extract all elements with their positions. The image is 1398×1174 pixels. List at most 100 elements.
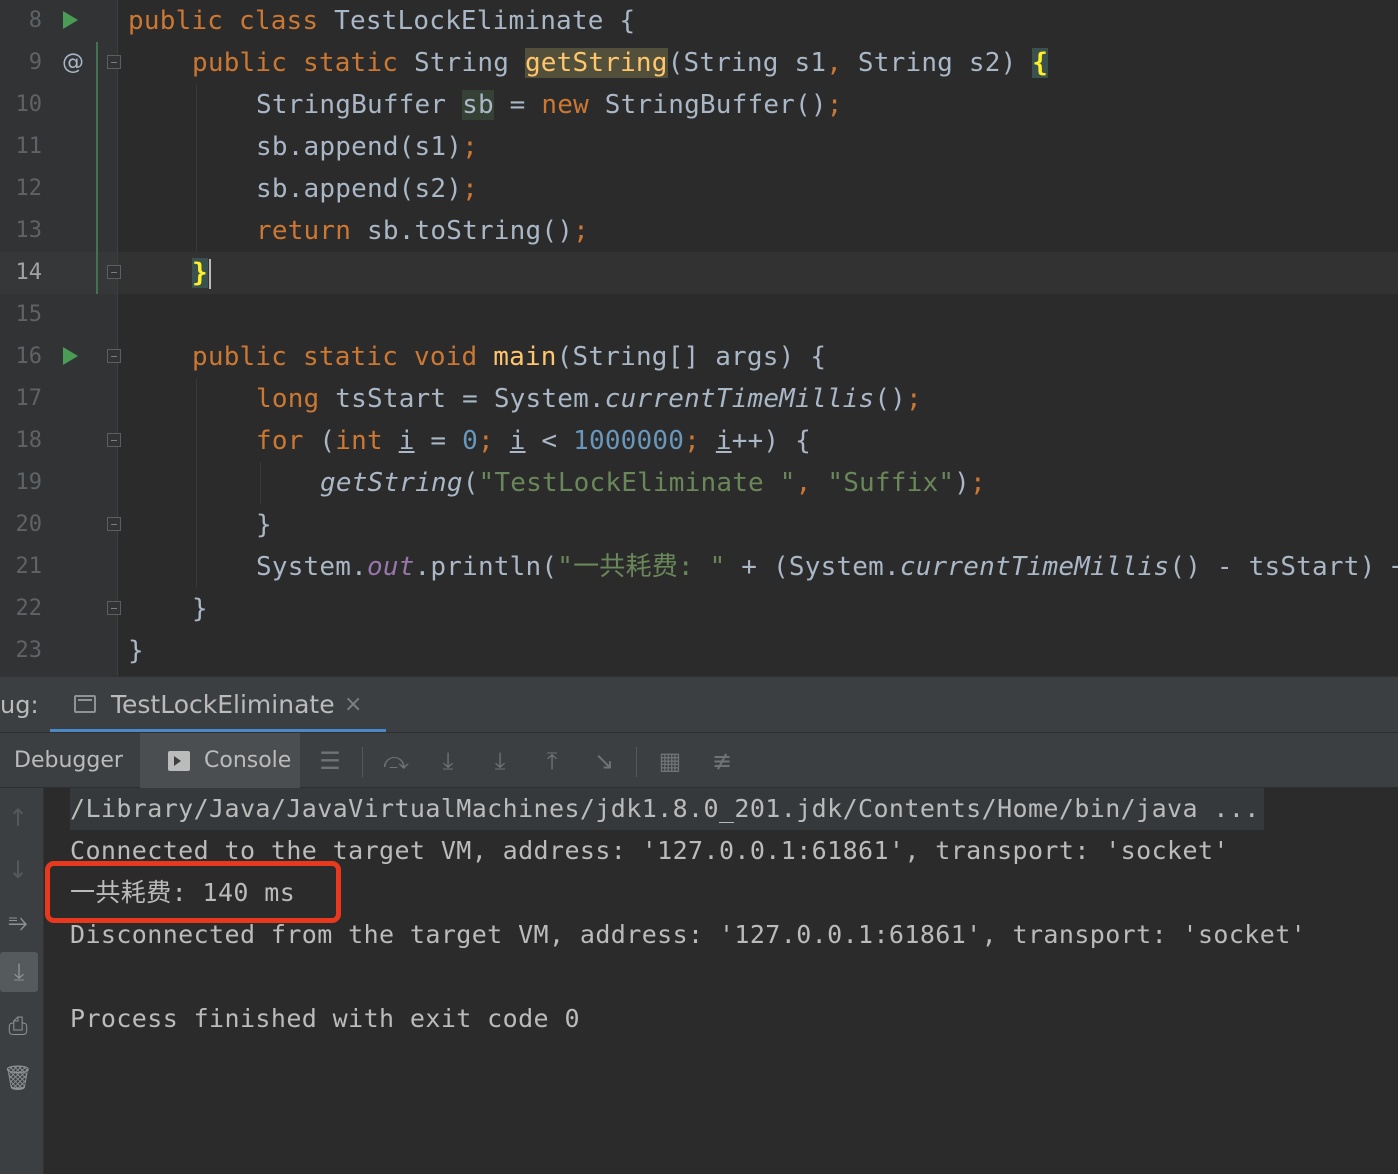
- fold-icon[interactable]: [107, 349, 121, 363]
- matched-brace: }: [192, 258, 208, 288]
- code-token: sb.toString(): [366, 216, 574, 246]
- line-number: 18: [15, 428, 43, 453]
- code-line-14[interactable]: 14 }: [0, 252, 1398, 294]
- code-token: "Suffix": [827, 468, 955, 498]
- step-out-icon[interactable]: ⤒: [532, 733, 572, 789]
- window-icon: [74, 695, 96, 713]
- code-token: System.: [256, 552, 367, 582]
- code-line-9[interactable]: 9 @ public static String getString(Strin…: [0, 42, 1398, 84]
- code-token: main: [493, 342, 557, 372]
- line-number: 8: [28, 8, 42, 33]
- code-token: getString: [524, 48, 668, 78]
- line-number: 12: [15, 176, 43, 201]
- close-icon[interactable]: ×: [344, 677, 362, 733]
- code-token: ;: [906, 384, 922, 414]
- tab-console[interactable]: Console: [140, 733, 300, 789]
- line-number: 11: [15, 134, 43, 159]
- code-token: 1000000: [573, 426, 685, 456]
- code-line-8[interactable]: 8 public class TestLockEliminate {: [0, 0, 1398, 42]
- code-token: ,: [795, 468, 828, 498]
- override-icon[interactable]: @: [62, 48, 84, 78]
- code-line-23[interactable]: 23 }: [0, 630, 1398, 672]
- code-token: 0: [462, 426, 478, 456]
- code-line-18[interactable]: 18 for (int i = 0; i < 1000000; i++) {: [0, 420, 1398, 462]
- tab-console-label: Console: [204, 748, 292, 773]
- print-icon[interactable]: ⎙: [0, 1006, 36, 1046]
- step-over-icon[interactable]: ⤼: [376, 733, 416, 789]
- run-icon[interactable]: [63, 11, 78, 29]
- evaluate-expression-icon[interactable]: ▦: [650, 733, 690, 789]
- code-token: ,: [826, 48, 858, 78]
- code-line-10[interactable]: 10 StringBuffer sb = new StringBuffer();: [0, 84, 1398, 126]
- code-token: public: [192, 48, 303, 78]
- code-token: getString: [320, 468, 463, 498]
- line-number: 9: [28, 50, 42, 75]
- code-line-11[interactable]: 11 sb.append(s1);: [0, 126, 1398, 168]
- code-token: new: [541, 90, 605, 120]
- line-number: 10: [15, 92, 43, 117]
- tab-debugger[interactable]: Debugger: [0, 733, 140, 789]
- force-step-into-icon[interactable]: ⤓: [480, 733, 520, 789]
- code-token: "一共耗费: ": [557, 552, 726, 582]
- code-token: =: [414, 426, 463, 456]
- code-token: for: [256, 426, 320, 456]
- up-arrow-icon[interactable]: ↑: [0, 798, 36, 838]
- fold-icon[interactable]: [107, 601, 121, 615]
- code-line-17[interactable]: 17 long tsStart = System.currentTimeMill…: [0, 378, 1398, 420]
- step-into-icon[interactable]: ⤓: [428, 733, 468, 789]
- code-line-21[interactable]: 21 System.out.println("一共耗费: " + (System…: [0, 546, 1398, 588]
- text-caret: [208, 258, 211, 289]
- code-token: ): [954, 468, 971, 498]
- session-tab-label: TestLockEliminate: [111, 690, 335, 719]
- console-side-toolbar: ↑ ↓ ⥱ ⤓ ⎙ 🗑: [0, 788, 44, 1174]
- debug-tool-window-header: ug: TestLockEliminate ×: [0, 676, 1398, 733]
- line-number: 14: [15, 260, 43, 285]
- code-token: (: [319, 426, 336, 456]
- code-token: StringBuffer(): [604, 90, 827, 120]
- toolbar-separator: [636, 747, 637, 777]
- code-token: ;: [970, 468, 986, 498]
- code-editor[interactable]: 8 public class TestLockEliminate { 9 @ p…: [0, 0, 1398, 676]
- run-icon[interactable]: [63, 347, 78, 365]
- code-token: }: [192, 594, 208, 624]
- toolbar-separator: [362, 747, 363, 777]
- line-number: 22: [15, 596, 43, 621]
- code-line-22[interactable]: 22 }: [0, 588, 1398, 630]
- trace-icon[interactable]: ≢: [702, 733, 742, 789]
- code-token: sb: [462, 90, 494, 120]
- fold-icon[interactable]: [107, 517, 121, 531]
- code-line-19[interactable]: 19 getString("TestLockEliminate ", "Suff…: [0, 462, 1398, 504]
- menu-icon[interactable]: ☰: [310, 733, 350, 789]
- down-arrow-icon[interactable]: ↓: [0, 850, 36, 890]
- fold-icon[interactable]: [107, 433, 121, 447]
- run-to-cursor-icon[interactable]: ↘: [584, 733, 624, 789]
- code-token: .println(: [414, 552, 558, 582]
- console-output[interactable]: /Library/Java/JavaVirtualMachines/jdk1.8…: [44, 788, 1398, 1174]
- code-token: ;: [826, 90, 843, 120]
- code-token: public: [192, 342, 303, 372]
- code-token: sb.append(s2): [256, 174, 463, 204]
- code-line-12[interactable]: 12 sb.append(s2);: [0, 168, 1398, 210]
- trash-icon[interactable]: 🗑: [0, 1058, 36, 1098]
- code-line-13[interactable]: 13 return sb.toString();: [0, 210, 1398, 252]
- code-token: (String s1: [667, 48, 827, 78]
- fold-icon[interactable]: [107, 265, 121, 279]
- scroll-to-end-icon[interactable]: ⤓: [0, 952, 38, 992]
- code-token: i: [715, 426, 732, 456]
- code-line-16[interactable]: 16 public static void main(String[] args…: [0, 336, 1398, 378]
- line-number: 16: [15, 344, 43, 369]
- tab-session[interactable]: TestLockEliminate ×: [50, 677, 386, 733]
- code-token: }: [128, 636, 144, 666]
- debug-title: ug:: [0, 691, 39, 719]
- code-token: currentTimeMillis: [899, 552, 1170, 582]
- soft-wrap-icon[interactable]: ⥱: [0, 902, 36, 942]
- code-token: int: [335, 426, 399, 456]
- code-token: long: [256, 384, 336, 414]
- code-line-15[interactable]: 15: [0, 294, 1398, 336]
- code-line-20[interactable]: 20 }: [0, 504, 1398, 546]
- code-token: void: [413, 342, 494, 372]
- fold-icon[interactable]: [107, 55, 121, 69]
- line-number: 15: [15, 302, 43, 327]
- annotation-highlight-box: [45, 861, 341, 923]
- console-line[interactable]: /Library/Java/JavaVirtualMachines/jdk1.8…: [70, 788, 1264, 830]
